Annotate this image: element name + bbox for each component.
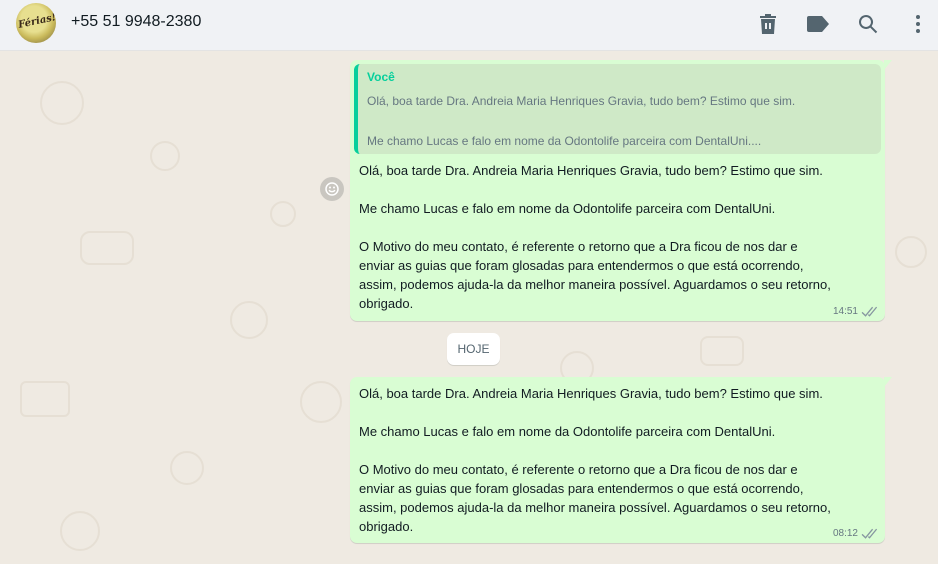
message-text: Olá, boa tarde Dra. Andreia Maria Henriq… — [359, 384, 879, 536]
message-line: obrigado. — [359, 296, 414, 311]
message-paragraph: Olá, boa tarde Dra. Andreia Maria Henriq… — [359, 386, 823, 401]
message-meta: 08:12 — [833, 528, 877, 539]
wallpaper-doodle — [170, 451, 204, 485]
message-paragraph: Me chamo Lucas e falo em nome da Odontol… — [359, 201, 776, 216]
avatar-text: Férias! — [17, 12, 56, 31]
outgoing-message[interactable]: Você Olá, boa tarde Dra. Andreia Maria H… — [350, 60, 892, 321]
wallpaper-doodle — [20, 381, 70, 417]
message-line: O Motivo do meu contato, é referente o r… — [359, 239, 798, 254]
wallpaper-doodle — [270, 201, 296, 227]
chat-area[interactable]: Você Olá, boa tarde Dra. Andreia Maria H… — [0, 51, 938, 564]
quote-author: Você — [367, 70, 395, 84]
message-line: enviar as guias que foram glosadas para … — [359, 258, 804, 273]
wallpaper-doodle — [895, 236, 927, 268]
contact-name[interactable]: +55 51 9948-2380 — [71, 13, 201, 31]
quoted-message[interactable]: Você Olá, boa tarde Dra. Andreia Maria H… — [354, 64, 881, 154]
message-time: 14:51 — [832, 306, 858, 317]
wallpaper-doodle — [80, 231, 134, 265]
message-line: obrigado. — [359, 519, 414, 534]
outgoing-message[interactable]: Olá, boa tarde Dra. Andreia Maria Henriq… — [350, 377, 892, 543]
double-check-icon — [861, 306, 877, 317]
message-text: Olá, boa tarde Dra. Andreia Maria Henriq… — [359, 161, 879, 313]
message-line: enviar as guias que foram glosadas para … — [359, 481, 804, 496]
message-line: O Motivo do meu contato, é referente o r… — [359, 462, 798, 477]
trash-icon[interactable] — [754, 10, 782, 38]
wallpaper-doodle — [150, 141, 180, 171]
chat-header: Férias! +55 51 9948-2380 — [0, 0, 938, 51]
quote-text: Me chamo Lucas e falo em nome da Odontol… — [367, 134, 762, 148]
message-time: 08:12 — [832, 528, 858, 539]
message-line: assim, podemos ajuda-la da melhor maneir… — [359, 500, 831, 515]
double-check-icon — [861, 528, 877, 539]
wallpaper-doodle — [700, 336, 744, 366]
search-icon[interactable] — [854, 10, 882, 38]
wallpaper-doodle — [230, 301, 268, 339]
wallpaper-doodle — [40, 81, 84, 125]
quote-text: Olá, boa tarde Dra. Andreia Maria Henriq… — [367, 94, 796, 108]
message-line: assim, podemos ajuda-la da melhor maneir… — [359, 277, 831, 292]
reaction-emoji-button[interactable] — [320, 177, 344, 201]
message-paragraph: Olá, boa tarde Dra. Andreia Maria Henriq… — [359, 163, 823, 178]
menu-dots-icon[interactable] — [904, 10, 932, 38]
day-divider: HOJE — [447, 333, 500, 365]
label-icon[interactable] — [804, 10, 832, 38]
wallpaper-doodle — [60, 511, 100, 551]
smiley-icon — [325, 182, 339, 196]
wallpaper-doodle — [300, 381, 342, 423]
contact-avatar[interactable]: Férias! — [16, 3, 56, 43]
message-meta: 14:51 — [833, 306, 877, 317]
message-paragraph: Me chamo Lucas e falo em nome da Odontol… — [359, 424, 776, 439]
